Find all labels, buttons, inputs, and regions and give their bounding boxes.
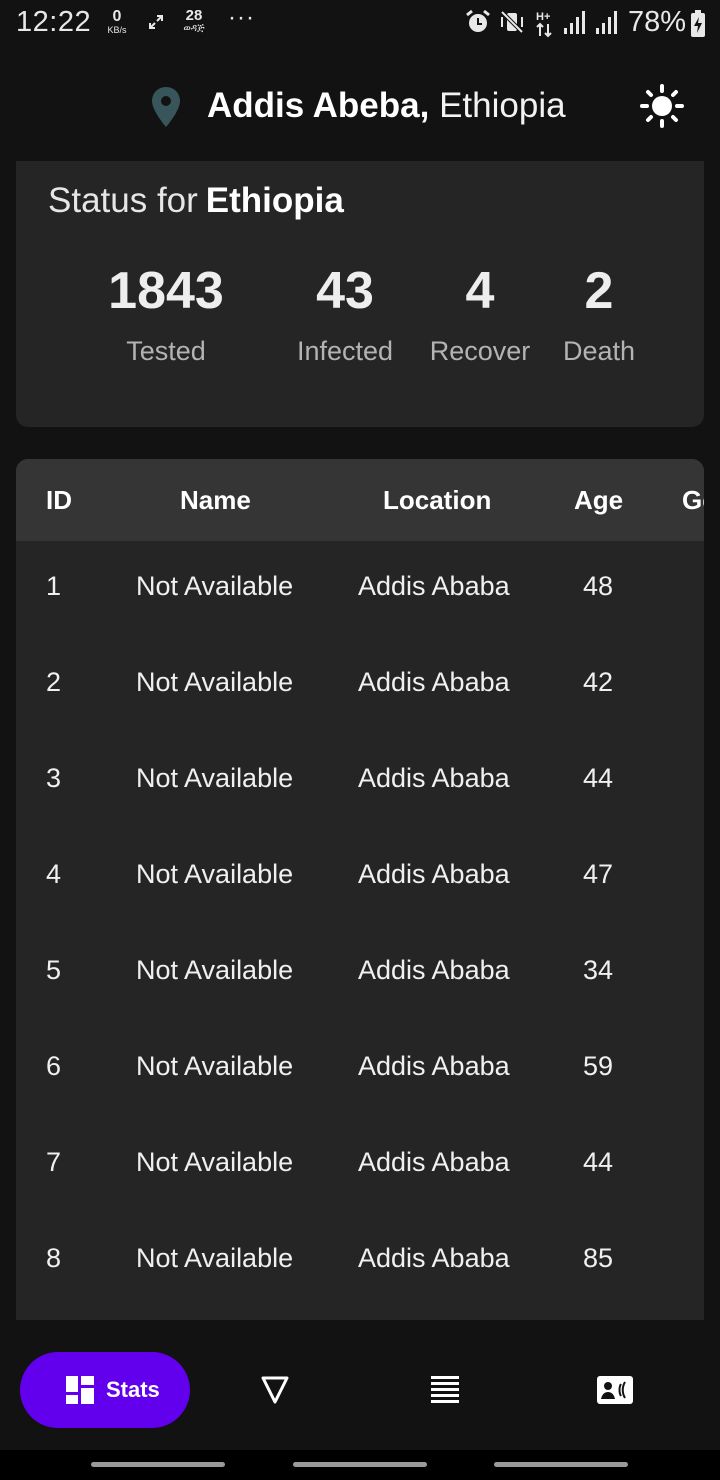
cell-age: 44 <box>583 1147 614 1177</box>
cell-age: 42 <box>583 667 614 697</box>
cell-id: 7 <box>46 1147 62 1177</box>
cell-location: Addis Ababa <box>358 1147 510 1177</box>
cell-name: Not Available <box>136 859 294 889</box>
gesture-pill[interactable] <box>91 1462 225 1467</box>
vibrate-off-icon <box>500 10 524 34</box>
cell-location: Addis Ababa <box>358 763 510 793</box>
gesture-navigation-bar <box>0 1450 720 1480</box>
status-title: Status for Ethiopia <box>48 181 344 220</box>
clock: 12:22 <box>16 6 92 38</box>
stat-value: 1843 <box>108 262 224 320</box>
column-header-age[interactable]: Age <box>574 485 623 516</box>
country-status-card: Status for Ethiopia 1843 Tested 43 Infect… <box>16 161 704 427</box>
signal-sim2-icon <box>596 11 617 34</box>
h-plus-data-icon: H+ <box>536 11 552 38</box>
cell-name: Not Available <box>136 955 294 985</box>
filter-triangle-icon[interactable] <box>249 1364 301 1416</box>
theme-toggle-sun-icon[interactable] <box>638 82 686 130</box>
signal-sim1-icon <box>564 11 585 34</box>
table-header: ID Name Location Age Ge <box>16 459 704 541</box>
column-header-gender[interactable]: Ge <box>682 485 704 516</box>
svg-text:H+: H+ <box>536 11 550 23</box>
battery-percent: 78% <box>628 6 687 38</box>
bottom-navigation: Stats <box>0 1340 720 1440</box>
cell-location: Addis Ababa <box>358 859 510 889</box>
stat-label: Recover <box>429 336 531 366</box>
table-row[interactable]: 1 Not Available Addis Ababa 48 <box>16 541 704 637</box>
contact-card-icon[interactable] <box>589 1364 641 1416</box>
nav-stats-button[interactable]: Stats <box>20 1352 190 1428</box>
cell-name: Not Available <box>136 1051 294 1081</box>
column-header-name[interactable]: Name <box>180 485 251 516</box>
gesture-pill[interactable] <box>293 1462 427 1467</box>
cell-name: Not Available <box>136 1243 294 1273</box>
stat-label: Tested <box>126 336 206 366</box>
cell-name: Not Available <box>136 571 294 601</box>
cell-location: Addis Ababa <box>358 571 510 601</box>
cell-age: 48 <box>583 571 614 601</box>
network-speed: 0 KB/s <box>107 8 127 35</box>
status-country: Ethiopia <box>205 181 344 220</box>
cell-age: 44 <box>583 763 614 793</box>
cell-id: 6 <box>46 1051 62 1081</box>
notification-badge: 28 ወዳጅ <box>183 7 205 34</box>
alarm-icon <box>466 9 490 32</box>
table-row[interactable]: 6 Not Available Addis Ababa 59 <box>16 1021 704 1117</box>
location-label: Addis Abeba, Ethiopia <box>207 86 566 126</box>
battery-charging-icon <box>691 10 705 37</box>
stat-value: 2 <box>584 262 614 320</box>
column-header-id[interactable]: ID <box>46 485 72 516</box>
more-notifications-icon: ··· <box>228 4 255 31</box>
stat-value: 4 <box>465 262 495 320</box>
expand-arrows-icon <box>149 15 163 29</box>
stat-infected: 43 Infected <box>280 261 410 367</box>
cell-name: Not Available <box>136 1147 294 1177</box>
cell-location: Addis Ababa <box>358 955 510 985</box>
table-row[interactable]: 5 Not Available Addis Ababa 34 <box>16 925 704 1021</box>
cell-age: 47 <box>583 859 614 889</box>
location-pin-icon <box>152 87 180 127</box>
table-row[interactable]: 8 Not Available Addis Ababa 85 <box>16 1213 704 1309</box>
table-row[interactable]: 2 Not Available Addis Ababa 42 <box>16 637 704 733</box>
cases-table[interactable]: ID Name Location Age Ge 1 Not Available … <box>16 459 704 1320</box>
cell-id: 8 <box>46 1243 62 1273</box>
cell-location: Addis Ababa <box>358 1051 510 1081</box>
stat-tested: 1843 Tested <box>96 261 236 367</box>
dashboard-icon <box>66 1376 94 1404</box>
list-icon[interactable] <box>419 1364 471 1416</box>
cell-name: Not Available <box>136 667 294 697</box>
cell-age: 59 <box>583 1051 614 1081</box>
stat-label: Infected <box>296 336 394 366</box>
location-header: Addis Abeba, Ethiopia <box>0 76 720 136</box>
cell-id: 2 <box>46 667 62 697</box>
cell-id: 1 <box>46 571 62 601</box>
cell-age: 34 <box>583 955 614 985</box>
stat-death: 2 Death <box>549 261 649 367</box>
location-country: Ethiopia <box>439 86 566 125</box>
stat-recover: 4 Recover <box>420 261 540 367</box>
table-row[interactable]: 4 Not Available Addis Ababa 47 <box>16 829 704 925</box>
cell-id: 5 <box>46 955 62 985</box>
cell-name: Not Available <box>136 763 294 793</box>
table-row[interactable]: 7 Not Available Addis Ababa 44 <box>16 1117 704 1213</box>
cell-location: Addis Ababa <box>358 1243 510 1273</box>
cell-id: 3 <box>46 763 62 793</box>
column-header-location[interactable]: Location <box>383 485 491 516</box>
cell-age: 85 <box>583 1243 614 1273</box>
table-row[interactable]: 3 Not Available Addis Ababa 44 <box>16 733 704 829</box>
stat-label: Death <box>562 336 636 366</box>
cell-id: 4 <box>46 859 62 889</box>
nav-stats-label: Stats <box>106 1377 160 1402</box>
stat-value: 43 <box>316 262 374 320</box>
gesture-pill[interactable] <box>494 1462 628 1467</box>
cell-location: Addis Ababa <box>358 667 510 697</box>
system-status-bar: 12:22 0 KB/s 28 ወዳጅ ··· H+ 78% <box>0 0 720 50</box>
location-city: Addis Abeba, <box>207 86 430 125</box>
